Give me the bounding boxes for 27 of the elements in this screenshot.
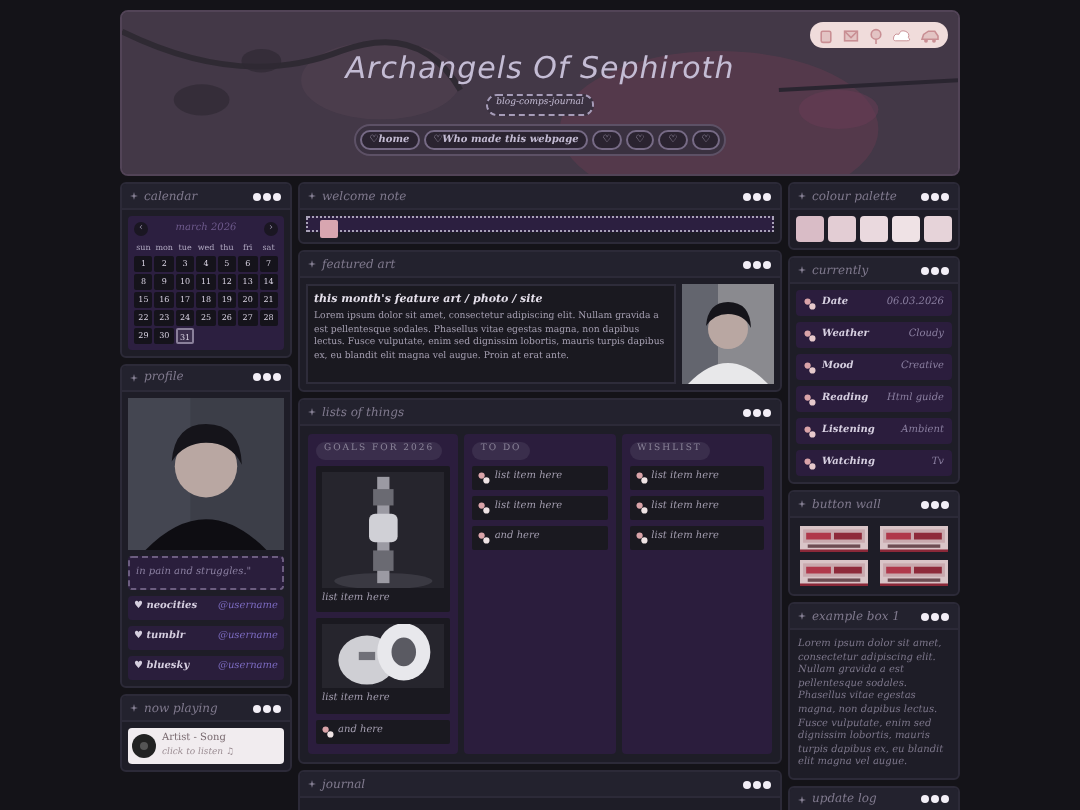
more-icon[interactable] xyxy=(920,794,950,805)
more-icon[interactable] xyxy=(920,499,950,509)
more-icon[interactable] xyxy=(742,259,772,269)
sparkle-icon xyxy=(798,500,806,508)
sparkle-icon xyxy=(798,612,806,620)
more-icon[interactable] xyxy=(742,191,772,201)
vinyl-icon[interactable] xyxy=(132,734,156,759)
sparkle-icon xyxy=(308,192,316,200)
more-icon[interactable] xyxy=(742,407,772,417)
sparkle-icon xyxy=(130,373,138,381)
sparkle-icon xyxy=(798,266,806,274)
more-icon[interactable] xyxy=(252,191,282,201)
sparkle-icon xyxy=(798,192,806,200)
marquee-block xyxy=(320,220,338,238)
more-icon[interactable] xyxy=(920,191,950,201)
site-title: Archangels Of Sephiroth xyxy=(345,50,735,86)
more-icon[interactable] xyxy=(252,372,282,382)
more-icon[interactable] xyxy=(252,703,282,713)
sparkle-icon xyxy=(308,780,316,788)
more-icon[interactable] xyxy=(920,611,950,621)
sparkle-icon xyxy=(130,704,138,712)
more-icon[interactable] xyxy=(920,265,950,275)
sparkle-icon xyxy=(798,795,806,804)
more-icon[interactable] xyxy=(742,779,772,789)
sparkle-icon xyxy=(130,192,138,200)
sparkle-icon xyxy=(308,408,316,416)
sparkle-icon xyxy=(308,260,316,268)
